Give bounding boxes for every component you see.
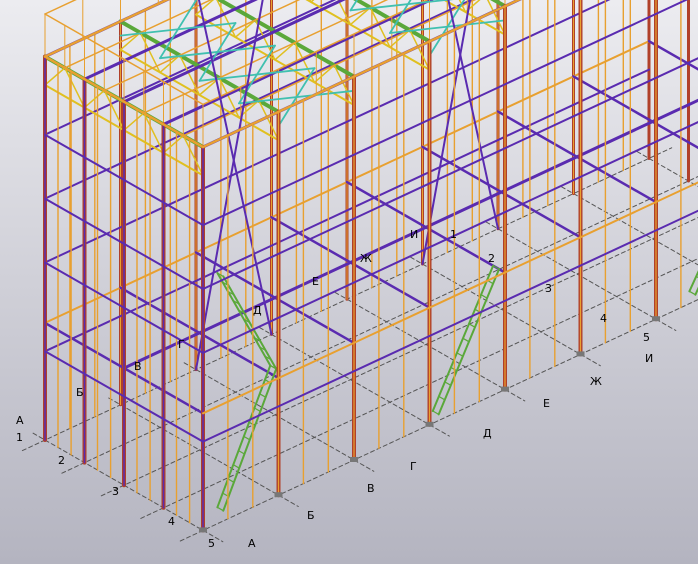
base-plate — [199, 527, 207, 533]
axis-label-interior: 2 — [488, 252, 495, 265]
axis-label-interior: Б — [76, 386, 84, 399]
base-plate — [576, 351, 585, 357]
axis-label-left: 2 — [58, 454, 65, 467]
axis-label-interior: 3 — [545, 282, 552, 295]
axis-label-interior: Е — [312, 275, 319, 288]
axis-label-interior: 1 — [450, 228, 457, 241]
axis-label-front: В — [367, 482, 375, 495]
axis-label-front: Ж — [590, 375, 602, 388]
axis-label-interior: Д — [253, 304, 262, 317]
base-plate — [425, 421, 434, 427]
base-plate — [501, 386, 509, 392]
axis-label-left: 5 — [208, 537, 215, 550]
axis-label-front: Б — [307, 509, 315, 522]
axis-label-front: Г — [410, 460, 417, 473]
axis-label-left: 3 — [112, 485, 119, 498]
axis-label-interior: Г — [178, 338, 185, 351]
base-plate — [274, 492, 283, 498]
axis-label-interior: Ж — [360, 252, 372, 265]
axis-label-interior: 4 — [600, 312, 607, 325]
axis-label-interior: И — [410, 228, 418, 241]
3d-model-viewport[interactable]: А 1 2 3 4 5 А Б В Г Д Е Ж И 5 Б В Г Д Е … — [0, 0, 698, 564]
axis-label-front: А — [248, 537, 256, 550]
axis-label-left: А — [16, 414, 24, 427]
axis-label-interior: В — [134, 360, 142, 373]
axis-label-front: Е — [543, 397, 550, 410]
axis-label-front: Д — [483, 427, 492, 440]
base-plate — [652, 316, 660, 322]
axis-label-front: И — [645, 352, 653, 365]
base-plate — [350, 457, 358, 462]
axis-label-front: 5 — [643, 331, 650, 344]
axis-label-left: 4 — [168, 515, 175, 528]
structure-drawing: А 1 2 3 4 5 А Б В Г Д Е Ж И 5 Б В Г Д Е … — [0, 0, 698, 564]
axis-label-left: 1 — [16, 431, 23, 444]
